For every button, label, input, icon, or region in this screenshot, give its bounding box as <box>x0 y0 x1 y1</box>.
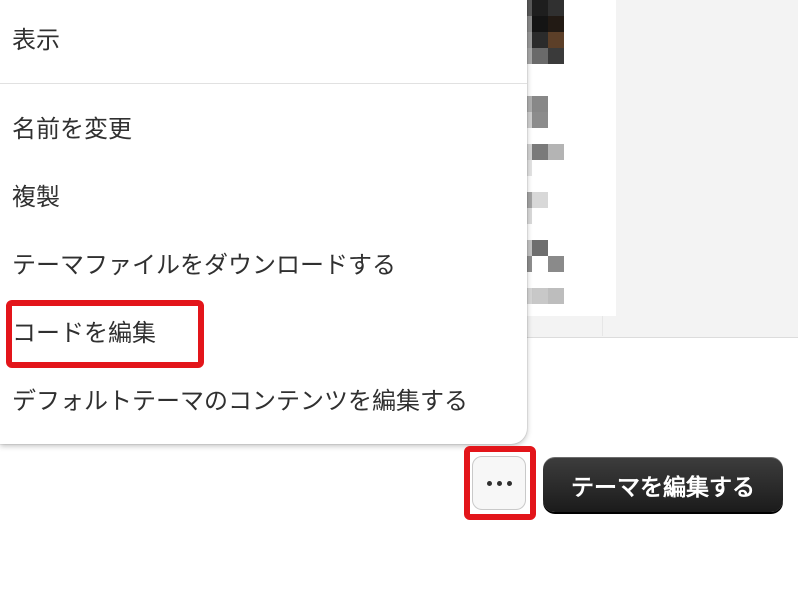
menu-item-view[interactable]: 表示 <box>12 20 60 60</box>
preview-pixel <box>532 96 548 112</box>
preview-edge <box>602 316 603 336</box>
preview-pixel <box>548 256 564 272</box>
preview-pixel <box>532 32 548 48</box>
preview-pixel <box>548 0 564 16</box>
preview-pixel <box>548 144 564 160</box>
menu-item-rename[interactable]: 名前を変更 <box>12 109 132 149</box>
menu-divider <box>0 83 527 84</box>
preview-pixel <box>548 32 564 48</box>
menu-item-download-theme-file[interactable]: テーマファイルをダウンロードする <box>12 245 396 285</box>
preview-pixel <box>532 0 548 16</box>
edit-theme-button[interactable]: テーマを編集する <box>543 457 783 512</box>
menu-item-edit-default-theme-content[interactable]: デフォルトテーマのコンテンツを編集する <box>12 381 468 421</box>
menu-item-duplicate[interactable]: 複製 <box>12 177 60 217</box>
more-button-highlight <box>464 446 536 520</box>
theme-preview-thumbnail <box>516 0 616 316</box>
preview-pixel <box>532 192 548 208</box>
preview-pixel <box>548 288 564 304</box>
preview-pixel <box>548 16 564 32</box>
preview-pixel <box>532 48 548 64</box>
theme-actions-menu: 表示 名前を変更 複製 テーマファイルをダウンロードする コードを編集 デフォル… <box>0 0 527 444</box>
preview-pixel <box>532 112 548 128</box>
preview-pixel <box>532 240 548 256</box>
edit-code-highlight <box>6 300 204 368</box>
preview-pixel <box>532 288 548 304</box>
preview-pixel <box>532 16 548 32</box>
preview-pixel <box>532 144 548 160</box>
preview-pixel <box>548 48 564 64</box>
